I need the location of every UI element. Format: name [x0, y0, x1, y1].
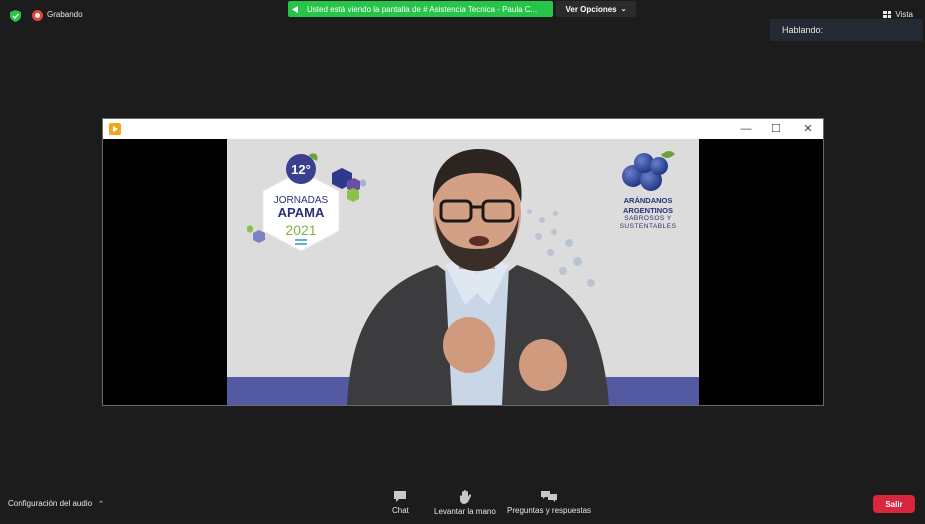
view-label: Vista — [895, 10, 913, 19]
raise-hand-button[interactable]: Levantar la mano — [434, 490, 496, 516]
screen-share-text: Usted está viendo la pantalla de # Asist… — [307, 4, 538, 14]
shared-screen: — ☐ ✕ 12° JORNADAS APAMA 2021 ARÁNDANOS … — [102, 118, 824, 406]
shield-check-icon[interactable] — [10, 10, 21, 22]
blueberries-icon — [618, 148, 678, 195]
view-options-label: Ver Opciones — [565, 4, 617, 14]
raise-hand-label: Levantar la mano — [434, 507, 496, 516]
leave-button[interactable]: Salir — [873, 495, 915, 513]
grid-view-icon — [883, 11, 892, 18]
edition-badge: 12° — [291, 162, 311, 177]
chevron-down-icon: ⌄ — [620, 6, 627, 13]
maximize-icon[interactable]: ☐ — [769, 122, 783, 136]
video-frame: 12° JORNADAS APAMA 2021 ARÁNDANOS ARGENT… — [227, 139, 699, 405]
raise-hand-icon — [459, 490, 471, 504]
event-line2: APAMA — [278, 205, 325, 220]
minimize-icon[interactable]: — — [739, 122, 753, 136]
qa-label: Preguntas y respuestas — [507, 506, 592, 515]
chat-button[interactable]: Chat — [392, 490, 409, 515]
view-button[interactable]: Vista — [883, 10, 913, 19]
audio-settings-label: Configuración del audio — [8, 499, 93, 508]
qa-icon — [541, 491, 558, 502]
close-icon[interactable]: ✕ — [801, 122, 815, 136]
media-player-icon — [109, 123, 121, 135]
leave-label: Salir — [885, 499, 903, 509]
speaking-indicator: Hablando: — [770, 19, 923, 41]
window-titlebar: — ☐ ✕ — [103, 119, 823, 139]
view-options-button[interactable]: Ver Opciones ⌄ — [556, 1, 636, 17]
screen-share-banner: Usted está viendo la pantalla de # Asist… — [288, 1, 553, 17]
speaker-video — [347, 149, 609, 405]
event-year: 2021 — [285, 222, 316, 238]
chevron-up-icon: ⌃ — [98, 500, 104, 508]
chat-icon — [394, 491, 407, 502]
qa-button[interactable]: Preguntas y respuestas — [507, 490, 591, 515]
audio-settings-button[interactable]: Configuración del audio ⌃ — [8, 499, 104, 508]
screen-share-icon — [292, 5, 298, 13]
chat-label: Chat — [392, 506, 409, 515]
speaking-label: Hablando: — [782, 25, 824, 35]
recording-icon[interactable] — [32, 10, 43, 21]
recording-label: Grabando — [47, 10, 83, 19]
